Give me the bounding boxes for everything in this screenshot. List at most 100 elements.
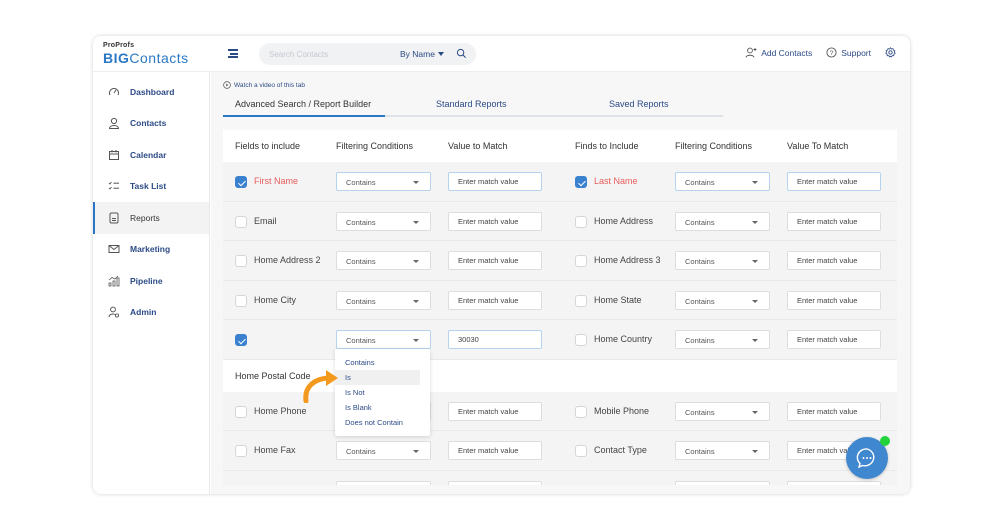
support-button[interactable]: ? Support [826,47,871,58]
field-checkbox[interactable] [575,445,587,457]
match-value-input[interactable] [448,290,542,310]
report-builder-table: Fields to include Filtering Conditions V… [223,130,897,485]
match-value-input[interactable] [448,172,542,191]
match-value-input[interactable] [787,211,881,231]
table-row: Email Contains Home Address Contains [223,201,897,241]
sidebar-item-pipeline[interactable]: Pipeline [93,265,209,297]
sidebar-item-marketing[interactable]: Marketing [93,234,209,266]
field-label: Home Fax [254,445,296,455]
chat-widget-button[interactable] [846,436,890,479]
table-row-partial [223,470,897,485]
table-row: Home Address 2 Contains Home Address 3 Cont… [223,241,897,281]
condition-select[interactable]: Contains [675,441,770,460]
match-value-input[interactable] [448,401,542,421]
table-header: Fields to include Filtering Conditions V… [223,130,897,162]
condition-select[interactable]: Contains [675,330,770,349]
field-checkbox[interactable] [235,405,247,418]
search-bar: By Name [259,43,476,65]
top-actions: Add Contacts ? Support [731,47,900,58]
condition-dropdown-menu: Contains Is Is Not Is Blank Does not Con… [335,349,430,436]
header-fields-to-include: Fields to include [235,141,301,151]
condition-select[interactable]: Contains [336,211,431,231]
match-value-input[interactable] [787,480,881,485]
field-checkbox[interactable] [235,215,247,228]
sidebar-item-task-list[interactable]: Task List [93,171,209,203]
add-user-icon [745,47,757,58]
field-checkbox[interactable] [575,405,587,418]
search-input[interactable] [269,46,379,62]
logo-proprofs: ProProfs [103,42,135,49]
tab-standard-reports[interactable]: Standard Reports [436,99,507,109]
condition-select[interactable] [336,480,431,485]
sidebar-item-dashboard[interactable]: Dashboard [93,76,209,108]
field-checkbox[interactable] [575,334,587,346]
sidebar-item-contacts[interactable]: Contacts [93,108,209,140]
field-checkbox[interactable] [575,294,587,307]
active-tab-indicator [223,115,385,117]
condition-select[interactable]: Contains [336,172,431,191]
logo[interactable]: ProProfs BIGContacts [103,42,189,66]
condition-select[interactable]: Contains [675,172,770,191]
sidebar-item-admin[interactable]: Admin [93,297,209,329]
table-row: Home City Contains Home State Contains [223,280,897,320]
condition-select[interactable]: Contains [675,251,770,270]
condition-select[interactable]: Contains [336,251,431,270]
field-label: Email [254,215,277,226]
field-label: Contact Type [594,445,647,455]
table-row: Home Fax Contains Contact Type Contains [223,431,897,471]
watch-video-link[interactable]: Watch a video of this tab [223,81,305,89]
match-value-input[interactable] [448,480,542,485]
match-value-input[interactable] [787,330,881,349]
logo-bigcontacts: BIGContacts [103,50,189,66]
field-checkbox[interactable] [235,445,247,457]
header-finds-to-include: Finds to Include [575,141,639,151]
add-contacts-button[interactable]: Add Contacts [745,47,812,58]
condition-select[interactable]: Contains [336,330,431,349]
sidebar: Dashboard Contacts Calendar Task List Re… [93,72,210,494]
condition-select[interactable]: Contains [336,441,431,460]
sidebar-item-calendar[interactable]: Calendar [93,139,209,171]
match-value-input[interactable] [787,172,881,191]
search-mode-dropdown[interactable]: By Name [400,49,444,59]
dropdown-option-contains[interactable]: Contains [335,355,420,370]
field-checkbox[interactable] [235,294,247,307]
field-checkbox[interactable] [575,255,587,267]
header-filtering-conditions: Filtering Conditions [336,141,414,151]
field-label: Home State [594,294,642,305]
play-circle-icon [223,81,231,89]
field-checkbox[interactable] [235,255,247,267]
match-value-input[interactable] [448,211,542,231]
condition-select[interactable]: Contains [336,290,431,310]
dropdown-option-does-not-contain[interactable]: Does not Contain [335,415,420,430]
settings-button[interactable] [885,47,900,58]
pipeline-icon [108,275,120,287]
match-value-input[interactable] [448,251,542,270]
dropdown-option-is-not[interactable]: Is Not [335,385,420,400]
dropdown-option-is-blank[interactable]: Is Blank [335,400,420,415]
match-value-input[interactable] [787,251,881,270]
sidebar-item-reports[interactable]: Reports [93,202,209,234]
match-value-input[interactable] [787,290,881,310]
field-checkbox[interactable] [235,176,247,188]
field-label: First Name [254,176,299,186]
search-icon[interactable] [456,48,467,59]
menu-toggle-icon[interactable] [228,49,238,58]
match-value-input[interactable] [448,330,542,349]
condition-select[interactable]: Contains [675,401,770,421]
condition-select[interactable]: Contains [675,290,770,310]
field-checkbox[interactable] [575,176,587,188]
match-value-input[interactable] [448,441,542,460]
tab-advanced-search[interactable]: Advanced Search / Report Builder [235,99,371,109]
match-value-input[interactable] [787,401,881,421]
field-label: Last Name [594,176,638,186]
dropdown-option-is[interactable]: Is [335,370,420,385]
field-checkbox[interactable] [575,215,587,228]
condition-select[interactable]: Contains [675,211,770,231]
svg-text:?: ? [830,50,834,57]
field-checkbox[interactable] [235,334,247,346]
header-filtering-conditions-right: Filtering Conditions [675,141,753,151]
condition-select[interactable] [675,480,770,485]
field-label: Home City [254,294,297,305]
report-tabs: Advanced Search / Report Builder Standar… [223,95,723,117]
tab-saved-reports[interactable]: Saved Reports [609,99,669,109]
